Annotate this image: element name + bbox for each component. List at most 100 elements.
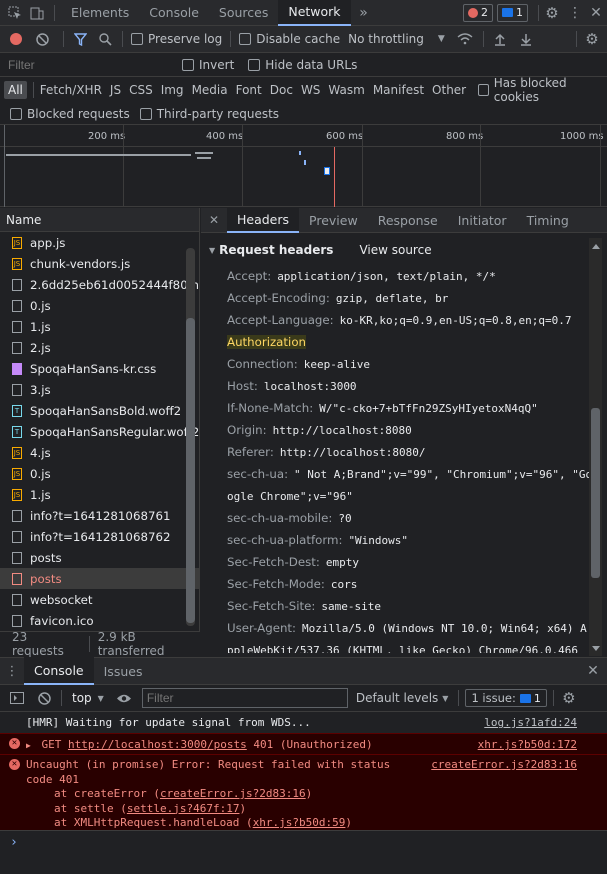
clear-console-icon[interactable]	[38, 691, 51, 705]
issues-button[interactable]: 1 issue: 1	[465, 689, 547, 707]
request-row[interactable]: JS app.js	[0, 232, 199, 253]
name-column-header[interactable]: Name	[0, 208, 199, 232]
drawer-menu-icon[interactable]: ⋮	[0, 664, 24, 679]
stack-source-link[interactable]: xhr.js?b50d:59	[253, 816, 346, 829]
tab-preview[interactable]: Preview	[299, 208, 368, 233]
tab-sources[interactable]: Sources	[209, 0, 278, 26]
close-detail-icon[interactable]: ✕	[201, 213, 227, 227]
view-source-link[interactable]: View source	[359, 243, 431, 257]
stack-source-link[interactable]: createError.js?2d83:16	[160, 787, 306, 800]
request-row[interactable]: JS 1.js	[0, 484, 199, 505]
stack-source-link[interactable]: settle.js?467f:17	[127, 802, 240, 815]
timeline-overview[interactable]: 200 ms 400 ms 600 ms 800 ms 1000 ms	[0, 125, 607, 207]
filter-icon[interactable]	[74, 32, 87, 46]
network-conditions-icon[interactable]	[457, 33, 473, 45]
detail-scrollbar[interactable]	[589, 238, 602, 656]
type-filter-js[interactable]: JS	[110, 83, 121, 97]
inspect-element-icon[interactable]	[4, 6, 26, 20]
record-icon[interactable]	[10, 33, 22, 45]
device-toolbar-icon[interactable]	[26, 6, 48, 20]
disable-cache-checkbox[interactable]	[239, 33, 252, 45]
request-headers-section[interactable]: ▼ Request headers View source	[201, 235, 607, 265]
type-filter-wasm[interactable]: Wasm	[328, 83, 364, 97]
chevron-down-icon[interactable]: ▼	[98, 694, 104, 703]
request-row[interactable]: 0.js	[0, 295, 199, 316]
import-har-icon[interactable]	[494, 33, 506, 46]
request-row[interactable]: JS chunk-vendors.js	[0, 253, 199, 274]
tab-initiator[interactable]: Initiator	[448, 208, 517, 233]
type-filter-manifest[interactable]: Manifest	[373, 83, 424, 97]
request-row[interactable]: SpoqaHanSans-kr.css	[0, 358, 199, 379]
type-filter-media[interactable]: Media	[192, 83, 228, 97]
source-link[interactable]: xhr.js?b50d:172	[478, 738, 577, 751]
source-link[interactable]: createError.js?2d83:16	[431, 758, 577, 773]
close-icon[interactable]: ✕	[585, 5, 607, 21]
context-select[interactable]: top	[72, 691, 92, 705]
network-settings-gear-icon[interactable]: ⚙	[577, 30, 607, 48]
type-filter-xhr[interactable]: Fetch/XHR	[40, 83, 102, 97]
chevron-down-icon[interactable]: ▼	[442, 694, 448, 703]
tab-timing[interactable]: Timing	[517, 208, 579, 233]
settings-gear-icon[interactable]: ⚙	[539, 4, 565, 22]
close-drawer-icon[interactable]: ✕	[579, 663, 607, 679]
hide-data-urls-checkbox[interactable]	[248, 58, 261, 71]
tab-network[interactable]: Network	[278, 0, 351, 26]
request-row[interactable]: 1.js	[0, 316, 199, 337]
scrollbar-thumb[interactable]	[186, 318, 195, 623]
tab-response[interactable]: Response	[368, 208, 448, 233]
type-filter-doc[interactable]: Doc	[270, 83, 293, 97]
request-row[interactable]: info?t=1641281068761	[0, 505, 199, 526]
tab-console[interactable]: Console	[139, 0, 209, 26]
preserve-log-checkbox[interactable]	[131, 33, 143, 45]
scroll-up-icon[interactable]	[592, 244, 600, 249]
more-tabs-icon[interactable]: »	[355, 5, 373, 21]
type-filter-css[interactable]: CSS	[129, 83, 153, 97]
throttling-select[interactable]: No throttling	[348, 32, 424, 46]
sidebar-toggle-icon[interactable]	[10, 692, 24, 704]
request-row[interactable]: posts	[0, 568, 199, 589]
export-har-icon[interactable]	[520, 33, 532, 46]
log-levels-select[interactable]: Default levels	[356, 691, 438, 705]
drawer-tab-issues[interactable]: Issues	[94, 657, 153, 685]
request-row[interactable]: T SpoqaHanSansRegular.woff2	[0, 421, 199, 442]
type-filter-font[interactable]: Font	[236, 83, 262, 97]
request-row[interactable]: info?t=1641281068762	[0, 526, 199, 547]
has-blocked-cookies-checkbox[interactable]	[478, 84, 489, 96]
type-filter-ws[interactable]: WS	[301, 83, 320, 97]
blocked-requests-checkbox[interactable]	[10, 107, 22, 120]
console-prompt[interactable]: ›	[0, 830, 607, 854]
more-options-icon[interactable]: ⋮	[565, 5, 585, 21]
scroll-down-icon[interactable]	[592, 646, 600, 651]
scrollbar-thumb[interactable]	[591, 408, 600, 578]
console-filter-input[interactable]	[141, 688, 348, 708]
request-row[interactable]: favicon.ico	[0, 610, 199, 631]
expand-arrow-icon[interactable]: ▶	[26, 741, 31, 750]
console-settings-gear-icon[interactable]: ⚙	[554, 689, 584, 707]
search-icon[interactable]	[99, 32, 112, 46]
request-row[interactable]: JS 4.js	[0, 442, 199, 463]
messages-badge[interactable]: 1	[497, 3, 528, 22]
request-row[interactable]: 3.js	[0, 379, 199, 400]
eye-icon[interactable]	[116, 693, 132, 704]
type-filter-img[interactable]: Img	[161, 83, 184, 97]
request-row[interactable]: JS 0.js	[0, 463, 199, 484]
errors-badge[interactable]: 2	[463, 3, 493, 22]
tab-headers[interactable]: Headers	[227, 207, 300, 233]
request-row[interactable]: 2.6dd25eb61d0052444f80.hot-update.js	[0, 274, 199, 295]
drawer-tab-console[interactable]: Console	[24, 657, 94, 685]
request-url-link[interactable]: http://localhost:3000/posts	[68, 738, 247, 751]
clear-icon[interactable]	[36, 32, 49, 46]
type-filter-all[interactable]: All	[4, 81, 27, 99]
tab-elements[interactable]: Elements	[61, 0, 139, 26]
third-party-checkbox[interactable]	[139, 107, 152, 120]
source-link[interactable]: log.js?1afd:24	[484, 716, 577, 729]
invert-checkbox[interactable]	[182, 58, 194, 71]
request-row[interactable]: T SpoqaHanSansBold.woff2	[0, 400, 199, 421]
request-row[interactable]: websocket	[0, 589, 199, 610]
console-toolbar: top ▼ Default levels ▼ 1 issue: 1 ⚙	[0, 685, 607, 712]
filter-input[interactable]	[4, 54, 174, 75]
chevron-down-icon[interactable]: ▼	[438, 34, 445, 44]
request-row[interactable]: 2.js	[0, 337, 199, 358]
type-filter-other[interactable]: Other	[432, 83, 466, 97]
request-row[interactable]: posts	[0, 547, 199, 568]
